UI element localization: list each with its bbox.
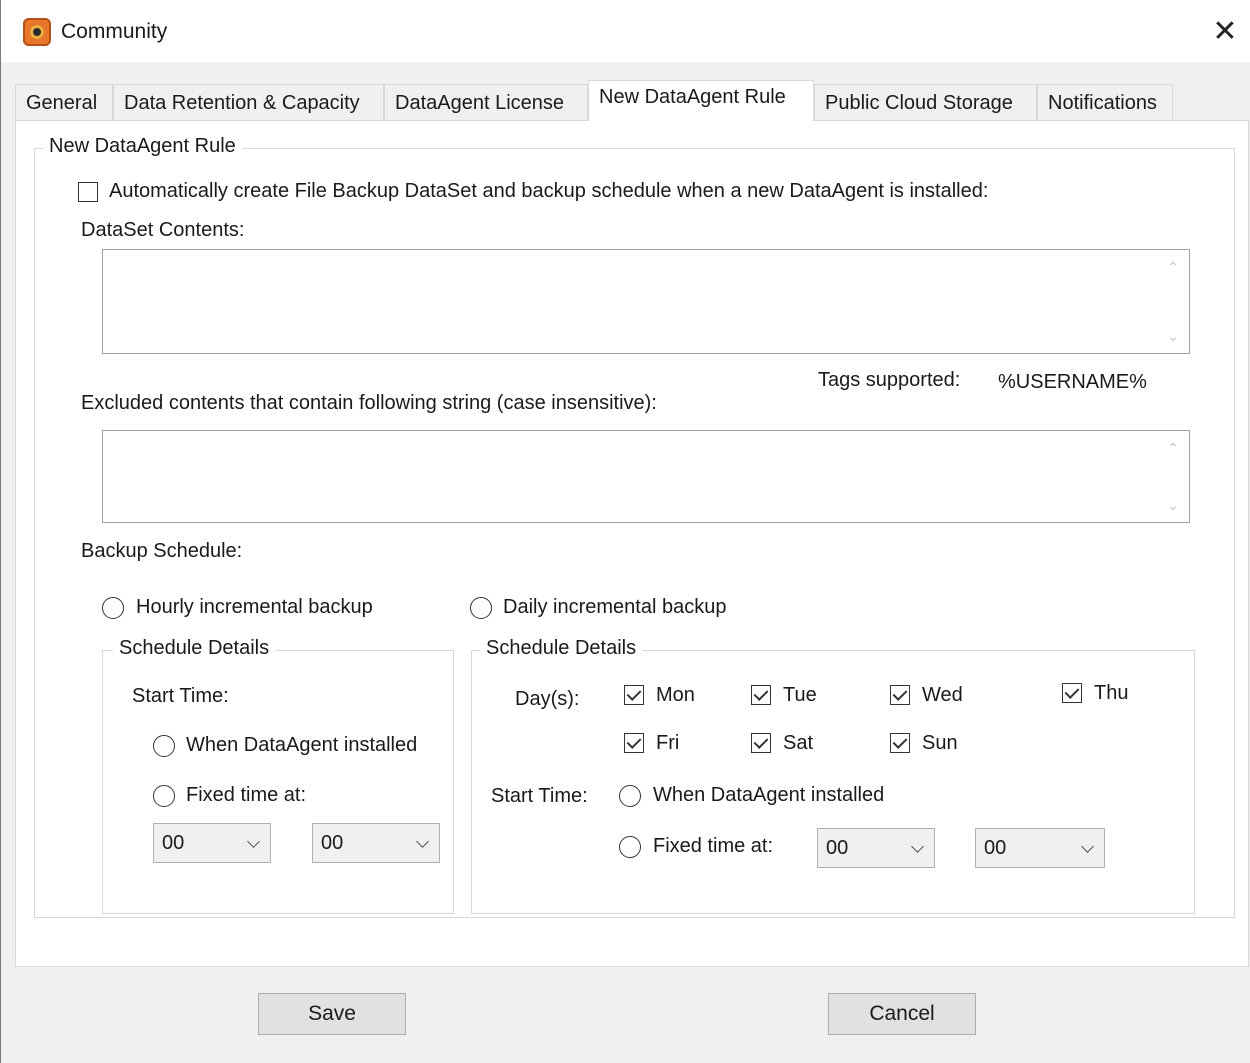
day-fri-checkbox[interactable] <box>624 733 644 753</box>
chevron-down-icon <box>1081 840 1094 853</box>
day-thu-checkbox[interactable] <box>1062 683 1082 703</box>
auto-create-label: Automatically create File Backup DataSet… <box>109 180 989 202</box>
chevron-up-icon[interactable]: ⌃ <box>1165 261 1181 275</box>
day-sun-checkbox[interactable] <box>890 733 910 753</box>
hourly-schedule-details-title: Schedule Details <box>113 637 276 660</box>
hourly-hour-value: 00 <box>162 832 185 854</box>
daily-backup-label: Daily incremental backup <box>503 596 727 618</box>
day-mon-checkbox[interactable] <box>624 685 644 705</box>
daily-hour-value: 00 <box>826 837 849 859</box>
auto-create-checkbox[interactable] <box>78 182 98 202</box>
daily-schedule-details-group: Schedule Details <box>471 637 1195 914</box>
chevron-down-icon <box>416 835 429 848</box>
day-sat-label: Sat <box>783 732 814 754</box>
day-tue-checkbox[interactable] <box>751 685 771 705</box>
chevron-down-icon[interactable]: ⌄ <box>1165 499 1181 513</box>
window-title: Community <box>61 20 168 43</box>
daily-backup-radio[interactable] <box>470 597 492 619</box>
daily-fixed-time-radio[interactable] <box>619 836 641 858</box>
dialog-window: Community ✕ General Data Retention & Cap… <box>0 0 1250 1063</box>
close-icon[interactable]: ✕ <box>1203 12 1247 52</box>
tab-dataagent-license[interactable]: DataAgent License <box>384 84 588 120</box>
chevron-down-icon <box>911 840 924 853</box>
day-tue-label: Tue <box>783 684 817 706</box>
title-bar: Community ✕ <box>1 0 1250 62</box>
days-label: Day(s): <box>515 688 580 710</box>
hourly-fixed-time-label: Fixed time at: <box>186 784 307 806</box>
tab-panel: New DataAgent Rule Automatically create … <box>15 120 1249 967</box>
hourly-minute-value: 00 <box>321 832 344 854</box>
day-mon-label: Mon <box>656 684 695 706</box>
tags-value: %USERNAME% <box>998 371 1147 393</box>
hourly-hour-select[interactable]: 00 <box>153 823 271 863</box>
daily-schedule-details-title: Schedule Details <box>480 637 643 660</box>
day-fri-label: Fri <box>656 732 680 754</box>
daily-start-time-label: Start Time: <box>491 785 588 807</box>
hourly-backup-label: Hourly incremental backup <box>136 596 373 618</box>
hourly-fixed-time-radio[interactable] <box>153 785 175 807</box>
chevron-down-icon <box>247 835 260 848</box>
day-sat-checkbox[interactable] <box>751 733 771 753</box>
daily-minute-select[interactable]: 00 <box>975 828 1105 868</box>
tab-general[interactable]: General <box>15 84 113 120</box>
day-wed-checkbox[interactable] <box>890 685 910 705</box>
excluded-contents-textarea[interactable]: ⌃ ⌄ <box>102 430 1190 523</box>
hourly-when-installed-label: When DataAgent installed <box>186 734 418 756</box>
daily-fixed-time-label: Fixed time at: <box>653 835 774 857</box>
excluded-contents-label: Excluded contents that contain following… <box>81 392 657 414</box>
daily-when-installed-radio[interactable] <box>619 785 641 807</box>
hourly-when-installed-radio[interactable] <box>153 735 175 757</box>
dataset-contents-textarea[interactable]: ⌃ ⌄ <box>102 249 1190 354</box>
hourly-minute-select[interactable]: 00 <box>312 823 440 863</box>
tab-new-dataagent-rule[interactable]: New DataAgent Rule <box>588 80 814 121</box>
backup-schedule-label: Backup Schedule: <box>81 540 243 562</box>
tab-notifications[interactable]: Notifications <box>1037 84 1173 120</box>
tab-data-retention-capacity[interactable]: Data Retention & Capacity <box>113 84 384 120</box>
hourly-backup-radio[interactable] <box>102 597 124 619</box>
dataset-contents-label: DataSet Contents: <box>81 219 245 241</box>
tab-public-cloud-storage[interactable]: Public Cloud Storage <box>814 84 1037 120</box>
tags-supported-label: Tags supported: <box>818 369 961 391</box>
day-wed-label: Wed <box>922 684 963 706</box>
day-thu-label: Thu <box>1094 682 1129 704</box>
chevron-down-icon[interactable]: ⌄ <box>1165 330 1181 344</box>
daily-when-installed-label: When DataAgent installed <box>653 784 885 806</box>
daily-hour-select[interactable]: 00 <box>817 828 935 868</box>
cancel-button[interactable]: Cancel <box>828 993 976 1035</box>
hourly-start-time-label: Start Time: <box>132 685 229 707</box>
daily-minute-value: 00 <box>984 837 1007 859</box>
save-button[interactable]: Save <box>258 993 406 1035</box>
app-logo-icon <box>23 18 51 46</box>
chevron-up-icon[interactable]: ⌃ <box>1165 442 1181 456</box>
group-title: New DataAgent Rule <box>43 135 242 158</box>
day-sun-label: Sun <box>922 732 958 754</box>
